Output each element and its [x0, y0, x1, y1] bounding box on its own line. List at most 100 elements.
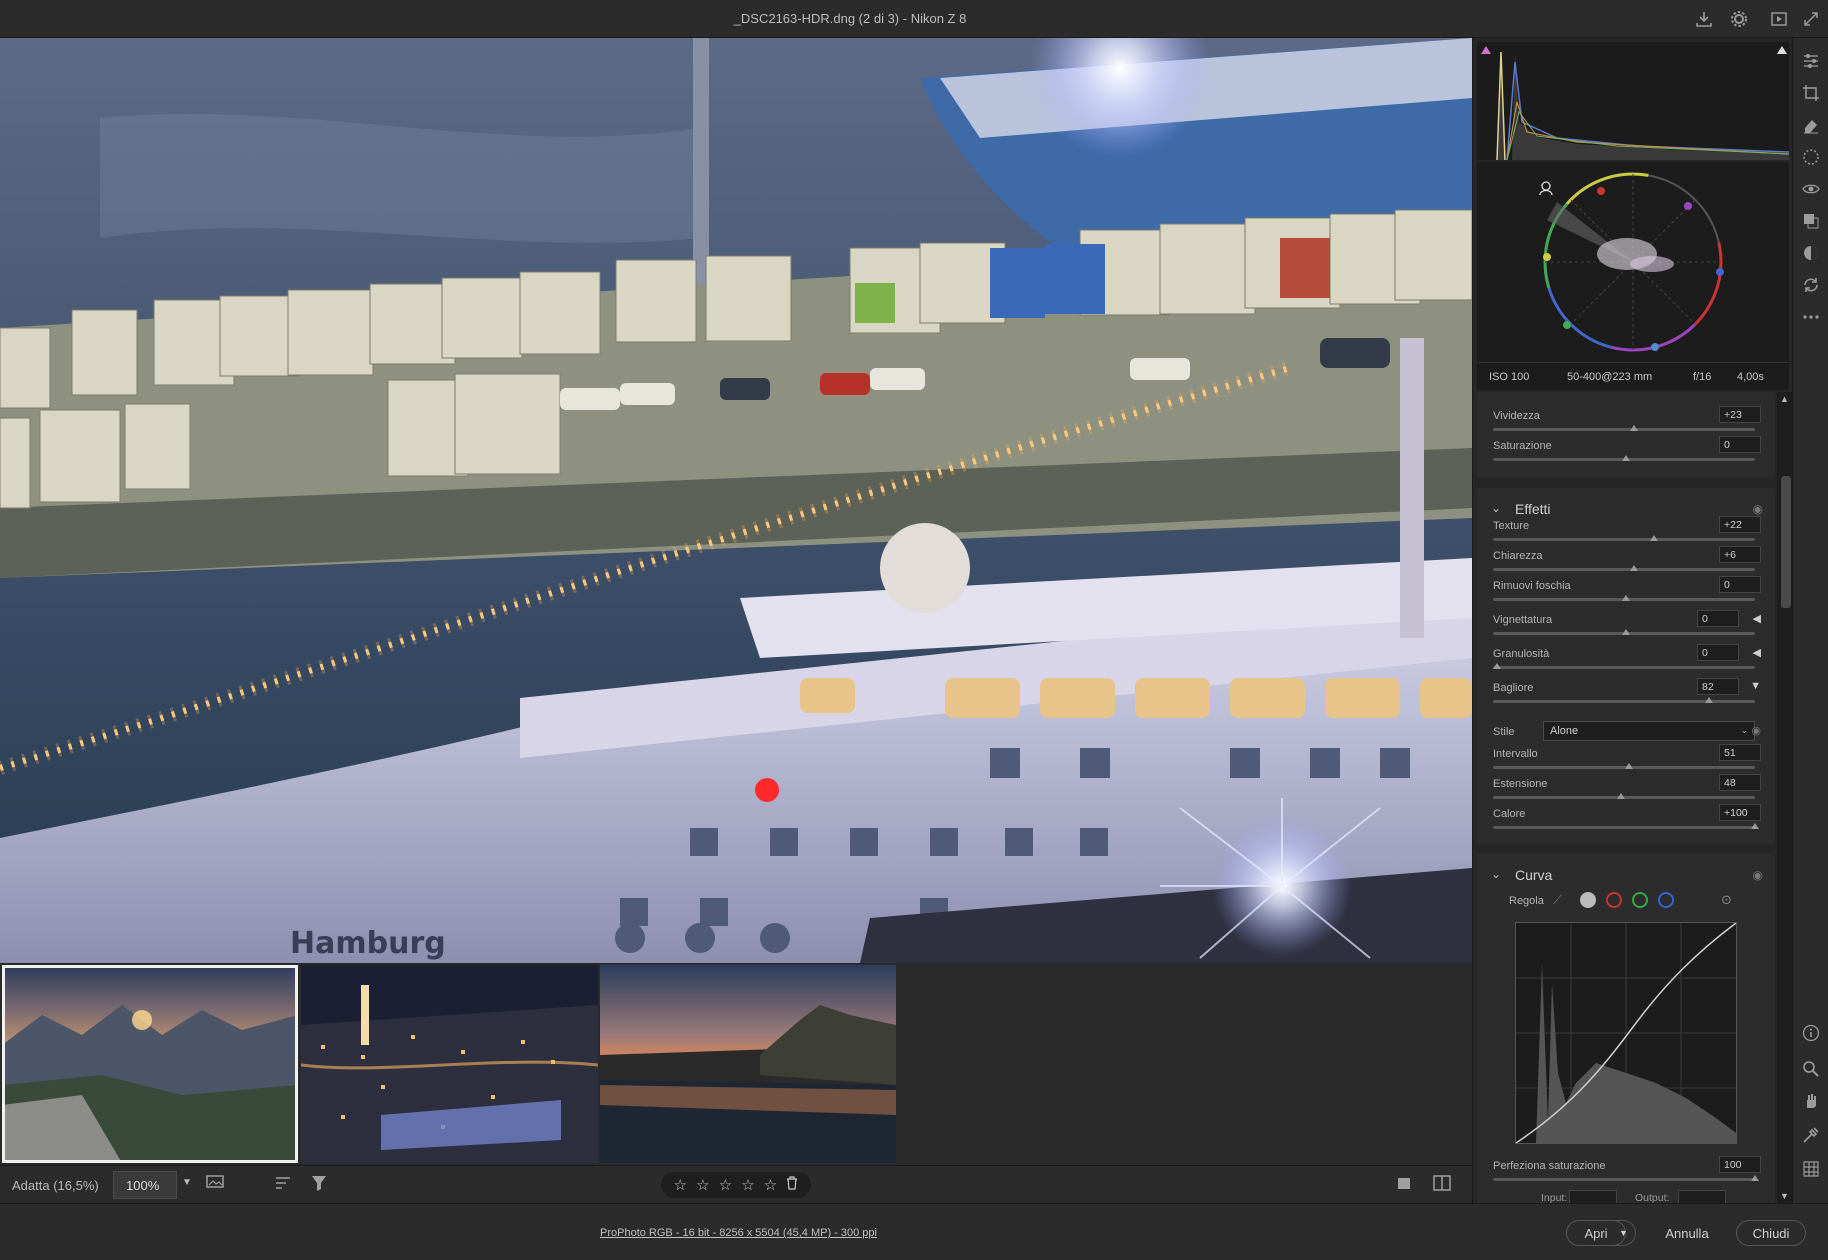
- zoom-dropdown-icon[interactable]: ▼: [177, 1171, 197, 1199]
- scrollbar-thumb[interactable]: [1781, 476, 1791, 608]
- slider-track[interactable]: [1493, 700, 1755, 703]
- single-view-icon[interactable]: [1392, 1174, 1416, 1196]
- thumbnail-3[interactable]: [600, 965, 896, 1163]
- slider-value[interactable]: 0: [1697, 610, 1739, 627]
- filter-icon[interactable]: [307, 1174, 331, 1196]
- slider-saturazione[interactable]: Saturazione 0: [1493, 436, 1761, 470]
- zoom-icon[interactable]: [1801, 1060, 1821, 1080]
- slider-bagliore[interactable]: Bagliore 82 ▼: [1493, 678, 1761, 712]
- scroll-up-icon[interactable]: ▲: [1780, 394, 1789, 404]
- slider-track[interactable]: [1493, 666, 1755, 669]
- slider-knob[interactable]: [1650, 535, 1659, 541]
- zoom-input[interactable]: 100%: [113, 1171, 177, 1199]
- curve-channel-green[interactable]: [1632, 892, 1648, 908]
- white-balance-picker-icon[interactable]: [1801, 1126, 1821, 1146]
- slider-granulosita[interactable]: Granulosità 0 ◀: [1493, 644, 1761, 678]
- color-wheel[interactable]: [1477, 162, 1789, 362]
- trash-icon[interactable]: [786, 1176, 798, 1194]
- layers-icon[interactable]: [1801, 212, 1821, 232]
- slider-value[interactable]: +6: [1719, 546, 1761, 563]
- slider-perfeziona-saturazione[interactable]: Perfeziona saturazione 100: [1493, 1156, 1761, 1190]
- image-viewer[interactable]: Hamburg: [0, 38, 1472, 963]
- slider-knob[interactable]: [1622, 595, 1630, 601]
- slider-knob[interactable]: [1751, 823, 1759, 829]
- thumbnail-2[interactable]: [301, 965, 598, 1163]
- chevron-down-icon[interactable]: ⌄: [1491, 501, 1501, 515]
- slider-value[interactable]: +23: [1719, 406, 1761, 423]
- star-5[interactable]: ☆: [764, 1176, 777, 1194]
- panel-scroll-area[interactable]: Vividezza +23 Saturazione 0 ⌄ Effetti ◉ …: [1473, 392, 1777, 1203]
- shadow-clipping-icon[interactable]: [1481, 44, 1491, 54]
- compare-view-icon[interactable]: [1430, 1174, 1454, 1196]
- expand-left-icon[interactable]: ◀: [1753, 612, 1761, 625]
- slider-knob[interactable]: [1704, 697, 1713, 703]
- eye-icon[interactable]: ◉: [1753, 868, 1763, 882]
- highlight-clipping-icon[interactable]: [1777, 44, 1787, 54]
- more-icon[interactable]: [1801, 308, 1821, 328]
- star-1[interactable]: ☆: [674, 1176, 687, 1194]
- slider-track[interactable]: [1493, 826, 1755, 829]
- slider-value[interactable]: 0: [1719, 436, 1761, 453]
- slider-vignettatura[interactable]: Vignettatura 0 ◀: [1493, 610, 1761, 644]
- parametric-curve-icon[interactable]: ⟋: [1553, 892, 1571, 910]
- slideshow-icon[interactable]: [1768, 8, 1790, 30]
- crop-icon[interactable]: [1801, 84, 1821, 104]
- fit-zoom-label[interactable]: Adatta (16,5%): [12, 1178, 99, 1193]
- slider-knob[interactable]: [1493, 663, 1501, 669]
- slider-calore[interactable]: Calore +100: [1493, 804, 1761, 838]
- expand-left-icon[interactable]: ◀: [1753, 646, 1761, 659]
- target-adjust-icon[interactable]: ⊙: [1721, 892, 1737, 908]
- gear-icon[interactable]: [1728, 8, 1750, 30]
- cancel-button[interactable]: Annulla: [1652, 1220, 1722, 1246]
- curve-channel-red[interactable]: [1606, 892, 1622, 908]
- scroll-down-icon[interactable]: ▼: [1780, 1191, 1789, 1201]
- slider-rimuovi-foschia[interactable]: Rimuovi foschia 0: [1493, 576, 1761, 610]
- slider-knob[interactable]: [1629, 565, 1638, 571]
- open-options-button[interactable]: ▼: [1612, 1220, 1636, 1246]
- slider-value[interactable]: 48: [1719, 774, 1761, 791]
- slider-value[interactable]: 51: [1719, 744, 1761, 761]
- slider-value[interactable]: +22: [1719, 516, 1761, 533]
- star-2[interactable]: ☆: [696, 1176, 709, 1194]
- curve-output-field[interactable]: [1678, 1190, 1726, 1203]
- curve-channel-rgb[interactable]: [1580, 892, 1596, 908]
- red-eye-icon[interactable]: [1801, 180, 1821, 200]
- slider-track[interactable]: [1493, 538, 1755, 541]
- slider-track[interactable]: [1493, 1178, 1755, 1181]
- sort-icon[interactable]: [272, 1174, 296, 1196]
- section-curva[interactable]: ⌄ Curva ◉: [1473, 858, 1777, 894]
- slider-knob[interactable]: [1622, 455, 1630, 461]
- presets-icon[interactable]: [1801, 244, 1821, 264]
- collapse-down-icon[interactable]: ▼: [1750, 680, 1761, 692]
- slider-value[interactable]: 0: [1697, 644, 1739, 661]
- slider-track[interactable]: [1493, 568, 1755, 571]
- eye-icon[interactable]: ◉: [1753, 502, 1763, 516]
- star-4[interactable]: ☆: [741, 1176, 754, 1194]
- slider-knob[interactable]: [1616, 793, 1625, 799]
- slider-knob[interactable]: [1751, 1175, 1759, 1181]
- overlay-icon[interactable]: [204, 1174, 228, 1196]
- sliders-icon[interactable]: [1801, 52, 1821, 72]
- sync-icon[interactable]: [1801, 276, 1821, 296]
- stile-select[interactable]: Alone ⌄: [1543, 721, 1755, 741]
- curve-input-field[interactable]: [1569, 1190, 1617, 1203]
- slider-knob[interactable]: [1629, 425, 1638, 431]
- curve-editor[interactable]: [1515, 922, 1737, 1144]
- curve-channel-blue[interactable]: [1658, 892, 1674, 908]
- eraser-icon[interactable]: [1801, 116, 1821, 136]
- mask-brush-icon[interactable]: [1801, 148, 1821, 168]
- download-icon[interactable]: [1693, 8, 1715, 30]
- star-3[interactable]: ☆: [719, 1176, 732, 1194]
- slider-value[interactable]: +100: [1719, 804, 1761, 821]
- close-button[interactable]: Chiudi: [1736, 1220, 1806, 1246]
- fullscreen-icon[interactable]: [1800, 8, 1822, 30]
- slider-knob[interactable]: [1622, 629, 1630, 635]
- file-info-link[interactable]: ProPhoto RGB - 16 bit - 8256 x 5504 (45,…: [600, 1227, 877, 1239]
- info-icon[interactable]: [1801, 1024, 1821, 1044]
- panel-scrollbar[interactable]: ▲ ▼: [1777, 392, 1793, 1203]
- slider-value[interactable]: 82: [1697, 678, 1739, 695]
- slider-knob[interactable]: [1624, 763, 1633, 769]
- slider-track[interactable]: [1493, 428, 1755, 431]
- thumbnail-1[interactable]: [2, 965, 298, 1163]
- slider-value[interactable]: 100: [1719, 1156, 1761, 1173]
